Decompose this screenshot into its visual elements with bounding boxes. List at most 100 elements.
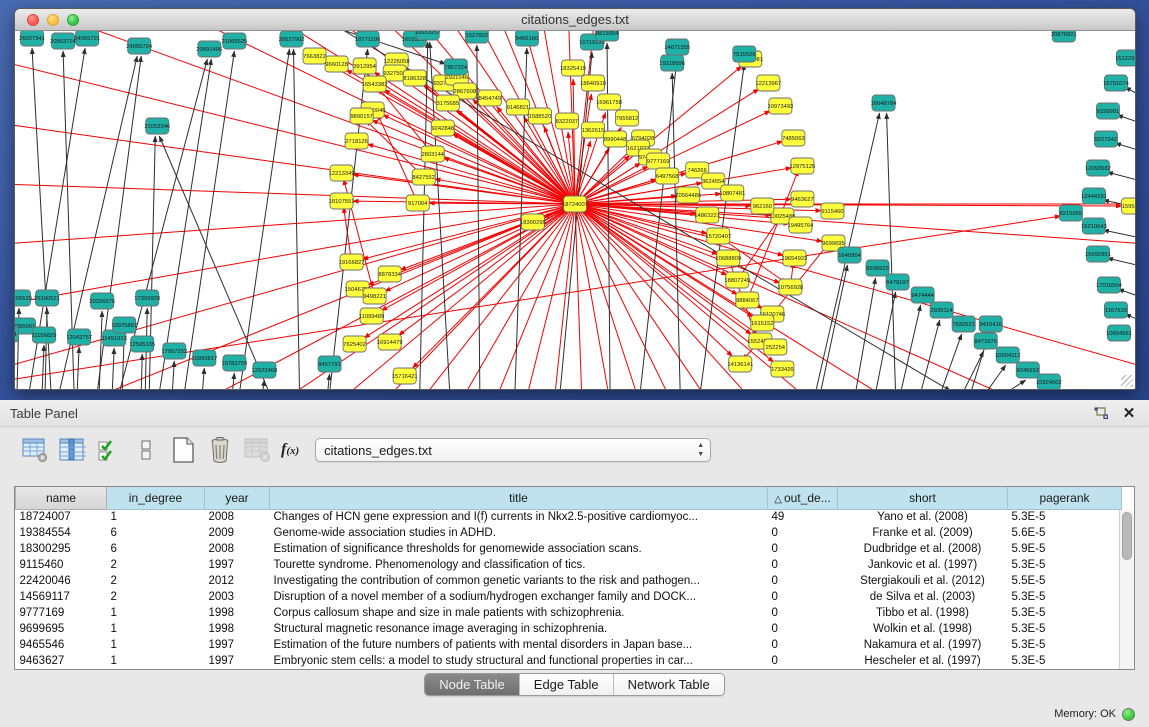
graph-node[interactable]: 2803144 — [421, 146, 445, 162]
graph-node[interactable]: 8454749 — [478, 90, 501, 106]
graph-node[interactable]: 10654112 — [995, 347, 1020, 363]
graph-node[interactable]: 21053346 — [144, 118, 170, 134]
cell-pagerank[interactable]: 5.3E-5 — [1008, 621, 1122, 637]
canvas-resize-grip[interactable] — [1121, 375, 1133, 387]
cell-in_degree[interactable]: 1 — [107, 509, 205, 525]
graph-node[interactable]: 8938923 — [866, 260, 889, 276]
graph-node[interactable]: 12505135 — [129, 336, 155, 352]
cell-in_degree[interactable]: 1 — [107, 605, 205, 621]
graph-node[interactable]: 9463627 — [791, 191, 814, 207]
graph-node[interactable]: 18107551 — [329, 193, 355, 209]
cell-title[interactable]: Genome-wide association studies in ADHD. — [270, 525, 768, 541]
graph-node[interactable]: 20527902 — [279, 31, 305, 47]
cell-year[interactable]: 1997 — [205, 557, 270, 573]
cell-title[interactable]: Corpus callosum shape and size in male p… — [270, 605, 768, 621]
table-row[interactable]: 1938455462009Genome-wide association stu… — [16, 525, 1122, 541]
cell-name[interactable]: 14569117 — [16, 589, 107, 605]
graph-node[interactable]: 12444191 — [1081, 188, 1107, 204]
graph-node[interactable]: 16914479 — [377, 334, 403, 350]
minimize-window-button[interactable] — [47, 14, 59, 26]
graph-node[interactable]: 8878334 — [378, 266, 402, 282]
column-header-title[interactable]: title — [270, 487, 768, 509]
cell-year[interactable]: 2008 — [205, 509, 270, 525]
graph-node[interactable]: 1527902 — [465, 31, 488, 43]
graph-node[interactable]: 20564486 — [675, 187, 701, 203]
graph-node[interactable]: 12923468 — [252, 362, 278, 378]
graph-node[interactable]: 9115460 — [821, 203, 844, 219]
cell-out_degree[interactable]: 0 — [768, 573, 838, 589]
cell-out_degree[interactable]: 49 — [768, 509, 838, 525]
table-settings-icon[interactable] — [20, 435, 50, 465]
graph-node[interactable]: 10924502 — [1036, 374, 1062, 389]
close-window-button[interactable] — [27, 14, 39, 26]
graph-node[interactable]: 9416416 — [979, 316, 1002, 332]
new-table-icon[interactable] — [168, 435, 198, 465]
cell-pagerank[interactable]: 5.3E-5 — [1008, 509, 1122, 525]
graph-node[interactable]: 15692951 — [1085, 246, 1111, 262]
cell-in_degree[interactable]: 6 — [107, 541, 205, 557]
graph-node[interactable]: 16543382 — [362, 76, 388, 92]
graph-node[interactable]: 17016504 — [1096, 277, 1123, 293]
cell-out_degree[interactable]: 0 — [768, 621, 838, 637]
tab-edge-table[interactable]: Edge Table — [520, 674, 614, 695]
graph-node[interactable]: 24055721 — [74, 31, 100, 46]
graph-node[interactable]: 16782759 — [221, 355, 247, 371]
graph-node[interactable]: 7515526 — [733, 46, 756, 62]
cell-short[interactable]: Dudbridge et al. (2008) — [838, 541, 1008, 557]
graph-node[interactable]: 9245652 — [1016, 362, 1039, 378]
graph-node[interactable]: 9474444 — [911, 287, 935, 303]
cell-name[interactable]: 9463627 — [16, 653, 107, 669]
graph-node[interactable]: 19218596 — [659, 55, 685, 71]
graph-node[interactable]: 18807249 — [724, 272, 750, 288]
cell-pagerank[interactable]: 5.6E-5 — [1008, 525, 1122, 541]
cell-short[interactable]: Stergiakouli et al. (2012) — [838, 573, 1008, 589]
cell-year[interactable]: 2009 — [205, 525, 270, 541]
graph-node[interactable]: 12975125 — [789, 158, 815, 174]
graph-node[interactable]: 7485063 — [782, 130, 805, 146]
graph-node[interactable]: 15122974 — [1115, 50, 1135, 66]
graph-node[interactable]: 1362615 — [582, 122, 605, 138]
graph-node[interactable]: 9227342 — [1094, 131, 1117, 147]
graph-node[interactable]: 17359928 — [134, 290, 160, 306]
cell-in_degree[interactable]: 2 — [107, 557, 205, 573]
cell-out_degree[interactable]: 0 — [768, 525, 838, 541]
graph-node[interactable]: 10756928 — [777, 279, 803, 295]
graph-node[interactable]: 21206520 — [15, 290, 32, 306]
cell-out_degree[interactable]: 0 — [768, 557, 838, 573]
graph-node[interactable]: 18300295 — [520, 214, 546, 230]
graph-node[interactable]: 10973493 — [767, 98, 793, 114]
table-row[interactable]: 977716911998Corpus callosum shape and si… — [16, 605, 1122, 621]
column-header-out_degree[interactable]: △out_de... — [768, 487, 838, 509]
graph-node[interactable]: 8813054 — [596, 31, 620, 41]
graph-node[interactable]: 21065525 — [221, 33, 247, 49]
cell-title[interactable]: Investigating the contribution of common… — [270, 573, 768, 589]
cell-year[interactable]: 2012 — [205, 573, 270, 589]
column-header-short[interactable]: short — [838, 487, 1008, 509]
graph-node[interactable]: 11099489 — [359, 308, 384, 324]
cell-in_degree[interactable]: 1 — [107, 621, 205, 637]
table-row[interactable]: 946362711997Embryonic stem cells: a mode… — [16, 653, 1122, 669]
cell-name[interactable]: 9699695 — [16, 621, 107, 637]
graph-node[interactable]: 3912954 — [353, 58, 377, 74]
function-builder-icon[interactable]: f(x) — [281, 441, 299, 459]
cell-out_degree[interactable]: 0 — [768, 589, 838, 605]
graph-node[interactable]: 9457791 — [318, 356, 341, 372]
cell-pagerank[interactable]: 5.5E-5 — [1008, 573, 1122, 589]
cell-pagerank[interactable]: 5.3E-5 — [1008, 637, 1122, 653]
cell-name[interactable]: 9777169 — [16, 605, 107, 621]
graph-node[interactable]: 16961758 — [596, 94, 622, 110]
table-row[interactable]: 1830029562008Estimation of significance … — [16, 541, 1122, 557]
cell-in_degree[interactable]: 2 — [107, 573, 205, 589]
cell-short[interactable]: Jankovic et al. (1997) — [838, 557, 1008, 573]
graph-node[interactable]: 9884067 — [736, 292, 759, 308]
graph-node[interactable]: 7663822 — [303, 48, 326, 64]
table-scrollbar-thumb[interactable] — [1122, 512, 1132, 560]
cell-year[interactable]: 1997 — [205, 653, 270, 669]
graph-node[interactable]: 18771106 — [355, 31, 380, 47]
delete-table-icon[interactable] — [242, 435, 272, 465]
graph-node[interactable]: 9329981 — [1096, 103, 1119, 119]
graph-node[interactable]: 8322037 — [555, 113, 578, 129]
table-select-dropdown[interactable]: citations_edges.txt ▲▼ — [315, 438, 711, 462]
graph-node[interactable]: 14671355 — [664, 39, 690, 55]
graph-node[interactable]: 8471676 — [974, 333, 997, 349]
